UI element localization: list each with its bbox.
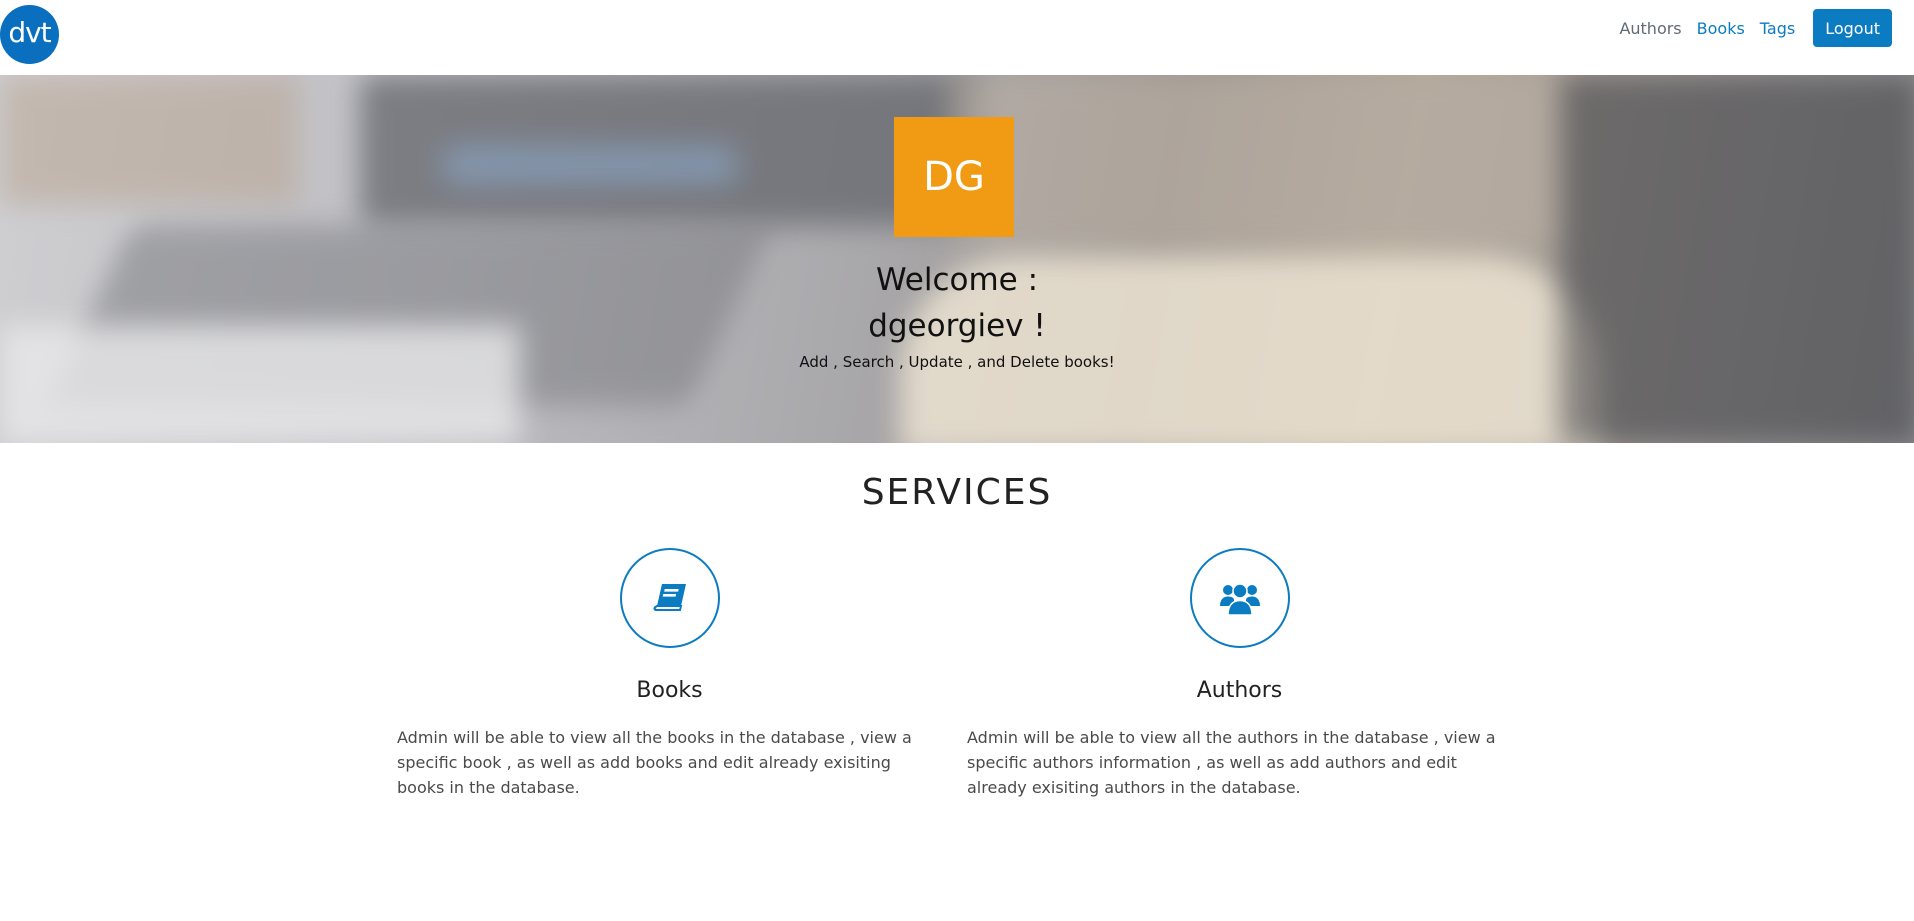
service-books: Books Admin will be able to view all the… bbox=[397, 548, 942, 800]
nav-link-authors[interactable]: Authors bbox=[1619, 19, 1681, 38]
nav-link-tags[interactable]: Tags bbox=[1760, 19, 1795, 38]
service-authors: Authors Admin will be able to view all t… bbox=[967, 548, 1512, 800]
service-description: Admin will be able to view all the books… bbox=[397, 728, 912, 797]
hero-banner: DG Welcome : dgeorgiev ! Add , Search , … bbox=[0, 75, 1914, 443]
nav-links: Authors Books Tags Logout bbox=[1604, 9, 1892, 47]
avatar-initials: DG bbox=[923, 154, 985, 200]
nav-link-books[interactable]: Books bbox=[1697, 19, 1745, 38]
service-description: Admin will be able to view all the autho… bbox=[967, 728, 1496, 797]
book-icon bbox=[619, 548, 720, 648]
brand-logo-text: dvt bbox=[8, 16, 51, 49]
hero-background-blur bbox=[950, 75, 1570, 245]
logout-button[interactable]: Logout bbox=[1813, 9, 1892, 47]
welcome-line: Welcome : bbox=[875, 262, 1039, 298]
hero-background-blur bbox=[0, 75, 300, 205]
welcome-heading: Welcome : dgeorgiev ! bbox=[0, 257, 1914, 349]
welcome-username: dgeorgiev ! bbox=[868, 308, 1046, 344]
services-title: SERVICES bbox=[861, 472, 1053, 513]
service-title: Authors bbox=[1196, 678, 1283, 703]
brand-logo[interactable]: dvt bbox=[0, 5, 59, 64]
hero-background-blur bbox=[440, 145, 740, 185]
navbar: dvt Authors Books Tags Logout bbox=[0, 0, 1914, 75]
users-icon bbox=[1189, 548, 1290, 648]
user-avatar: DG bbox=[894, 117, 1014, 237]
service-title: Books bbox=[636, 678, 703, 703]
hero-subtitle: Add , Search , Update , and Delete books… bbox=[799, 353, 1115, 371]
